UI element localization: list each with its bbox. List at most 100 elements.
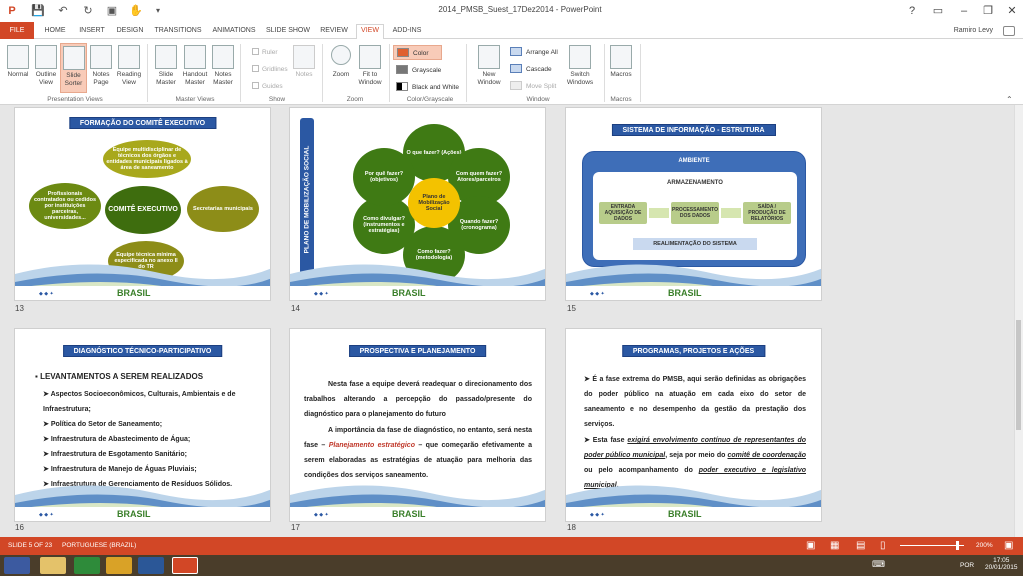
close-button[interactable]: ✕ [1002, 3, 1022, 19]
word-icon[interactable] [138, 557, 164, 574]
switch-windows-button[interactable]: Switch Windows [563, 45, 597, 87]
file-explorer-icon[interactable] [40, 557, 66, 574]
handout-master-button[interactable]: Handout Master [181, 45, 209, 87]
zoom-slider-thumb[interactable] [956, 541, 959, 550]
slide-sorter-icon[interactable]: ▦ [830, 540, 839, 551]
tab-transitions[interactable]: TRANSITIONS [154, 25, 202, 39]
label: Color [413, 50, 429, 57]
input-language[interactable]: POR [960, 562, 974, 569]
color-button[interactable]: Color [393, 45, 442, 60]
grayscale-button[interactable]: Grayscale [396, 65, 441, 74]
diagram-node: Por quê fazer? (objetivos) [353, 148, 415, 206]
tab-add-ins[interactable]: ADD-INS [391, 25, 423, 39]
slide-thumbnail-18[interactable]: PROGRAMAS, PROJETOS E AÇÕES ➤ É a fase e… [565, 328, 822, 522]
move-split-button[interactable]: Move Split [510, 81, 556, 90]
reading-view-icon[interactable]: ▤ [856, 540, 865, 551]
fit-to-window-icon [359, 45, 381, 69]
tab-animations[interactable]: ANIMATIONS [210, 25, 258, 39]
save-icon[interactable]: 💾 [30, 3, 46, 19]
storage-label: ARMAZENAMENTO [667, 180, 723, 186]
list-item: ➤ Política do Setor de Saneamento; [43, 421, 163, 428]
ruler-checkbox[interactable]: Ruler [252, 48, 278, 56]
slide-thumbnail-17[interactable]: PROSPECTIVA E PLANEJAMENTO Nesta fase a … [289, 328, 546, 522]
label: Slide Sorter [64, 72, 83, 87]
slide-sorter-button[interactable]: Slide Sorter [60, 43, 87, 93]
tab-design[interactable]: DESIGN [114, 25, 146, 39]
gridlines-checkbox[interactable]: Gridlines [252, 65, 288, 73]
tab-view[interactable]: VIEW [356, 24, 384, 40]
tab-insert[interactable]: INSERT [77, 25, 107, 39]
minimize-button[interactable]: – [954, 3, 974, 19]
environment-label: AMBIENTE [678, 158, 710, 164]
footer-logos-icon: ◆ ◆ ✦ [314, 512, 329, 518]
diagram-center: Plano de Mobilização Social [408, 178, 460, 228]
fit-to-window-button[interactable]: Fit to Window [355, 45, 385, 87]
black-and-white-button[interactable]: Black and White [396, 82, 459, 91]
tab-home[interactable]: HOME [42, 25, 68, 39]
separator [240, 44, 241, 102]
slide-master-button[interactable]: Slide Master [152, 45, 180, 87]
ribbon-display-options-icon[interactable]: ▭ [928, 3, 948, 19]
undo-icon[interactable]: ↶ [55, 3, 71, 19]
diagram-environment: AMBIENTE ARMAZENAMENTO ENTRADA AQUISIÇÃO… [582, 151, 806, 267]
zoom-button[interactable]: Zoom [328, 45, 354, 79]
color-swatch-icon [397, 48, 409, 57]
zoom-level[interactable]: 200% [976, 542, 993, 549]
tab-slide-show[interactable]: SLIDE SHOW [266, 25, 310, 39]
output-box: SAÍDA / PRODUÇÃO DE RELATÓRIOS [743, 202, 791, 224]
collapse-ribbon-icon[interactable]: ⌃ [1006, 95, 1013, 104]
slide-thumbnail-15[interactable]: SISTEMA DE INFORMAÇÃO - ESTRUTURA AMBIEN… [565, 107, 822, 301]
slide-thumbnail-16[interactable]: DIAGNÓSTICO TÉCNICO-PARTICIPATIVO ▪ LEVA… [14, 328, 271, 522]
presentation-start-icon[interactable]: ▣ [104, 3, 120, 19]
label: Slide Master [156, 71, 176, 86]
reading-view-button[interactable]: Reading View [115, 45, 143, 87]
new-window-button[interactable]: New Window [474, 45, 504, 87]
slide-title: PROSPECTIVA E PLANEJAMENTO [348, 345, 487, 357]
customize-qat-icon[interactable]: ▾ [150, 3, 166, 19]
clock[interactable]: 17:05 20/01/2015 [985, 557, 1018, 571]
scrollbar-thumb[interactable] [1016, 320, 1021, 430]
checkbox-icon [252, 82, 259, 89]
guides-checkbox[interactable]: Guides [252, 82, 283, 90]
help-button[interactable]: ? [902, 3, 922, 19]
arrange-all-button[interactable]: Arrange All [510, 47, 558, 56]
normal-view-icon[interactable]: ▣ [806, 540, 815, 551]
slide-show-icon[interactable]: ▯ [880, 540, 886, 551]
diagram-center: COMITÊ EXECUTIVO [105, 186, 181, 234]
slide-thumbnail-14[interactable]: PLANO DE MOBILIZAÇÃO SOCIAL O que fazer?… [289, 107, 546, 301]
language-indicator[interactable]: PORTUGUESE (BRAZIL) [62, 542, 136, 549]
emphasis-text: comitê de coordenação [727, 452, 806, 459]
keyboard-icon[interactable]: ⌨ [872, 559, 885, 570]
chrome-icon[interactable] [106, 557, 132, 574]
slide-thumbnail-13[interactable]: FORMAÇÃO DO COMITÊ EXECUTIVO Equipe mult… [14, 107, 271, 301]
normal-view-button[interactable]: Normal [4, 45, 32, 79]
excel-icon[interactable] [74, 557, 100, 574]
cascade-button[interactable]: Cascade [510, 64, 552, 73]
fit-slide-icon[interactable]: ▣ [1004, 540, 1013, 551]
zoom-slider[interactable] [900, 545, 964, 546]
notes-master-button[interactable]: Notes Master [210, 45, 236, 87]
restore-button[interactable]: ❐ [978, 3, 998, 19]
label: Normal [7, 71, 29, 78]
touch-mode-icon[interactable]: ✋ [128, 3, 144, 19]
notes-button[interactable]: Notes [292, 45, 316, 79]
user-account[interactable]: Ramiro Levy [954, 27, 993, 34]
label: Black and White [412, 84, 459, 91]
brasil-logo: BRASIL [392, 509, 426, 519]
bullet-1: ➤ É a fase extrema do PMSB, aqui serão d… [584, 376, 806, 428]
tab-file[interactable]: FILE [0, 22, 34, 39]
powerpoint-taskbar-icon[interactable] [172, 557, 198, 574]
reading-view-icon [118, 45, 140, 69]
avatar[interactable] [1003, 26, 1015, 36]
input-box: ENTRADA AQUISIÇÃO DE DADOS [599, 202, 647, 224]
redo-icon[interactable]: ↻ [80, 3, 96, 19]
tab-review[interactable]: REVIEW [319, 25, 349, 39]
notes-page-button[interactable]: Notes Page [88, 45, 114, 87]
outline-view-button[interactable]: Outline View [33, 45, 59, 87]
macros-icon [610, 45, 632, 69]
black-white-swatch-icon [396, 82, 408, 91]
separator [322, 44, 323, 102]
label: Guides [262, 83, 283, 90]
macros-button[interactable]: Macros [607, 45, 635, 79]
start-button-icon[interactable] [4, 557, 30, 574]
